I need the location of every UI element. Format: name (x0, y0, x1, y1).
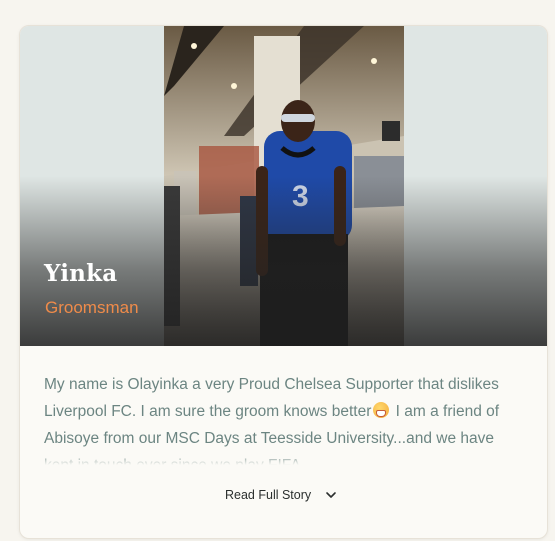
profile-hero: 3 Yinka Groomsman (20, 26, 547, 346)
story-fade (44, 453, 526, 465)
chevron-down-icon (326, 492, 336, 498)
page: 3 Yinka Groomsman My name is Olayinka a … (0, 0, 555, 541)
profile-card: 3 Yinka Groomsman My name is Olayinka a … (19, 25, 548, 539)
profile-role: Groomsman (45, 298, 139, 317)
grinning-face-emoji-icon (373, 402, 390, 418)
profile-name: Yinka (44, 260, 118, 287)
read-full-story-label: Read Full Story (225, 488, 312, 502)
profile-story: My name is Olayinka a very Proud Chelsea… (44, 371, 526, 465)
read-full-story-button[interactable]: Read Full Story (225, 488, 337, 502)
